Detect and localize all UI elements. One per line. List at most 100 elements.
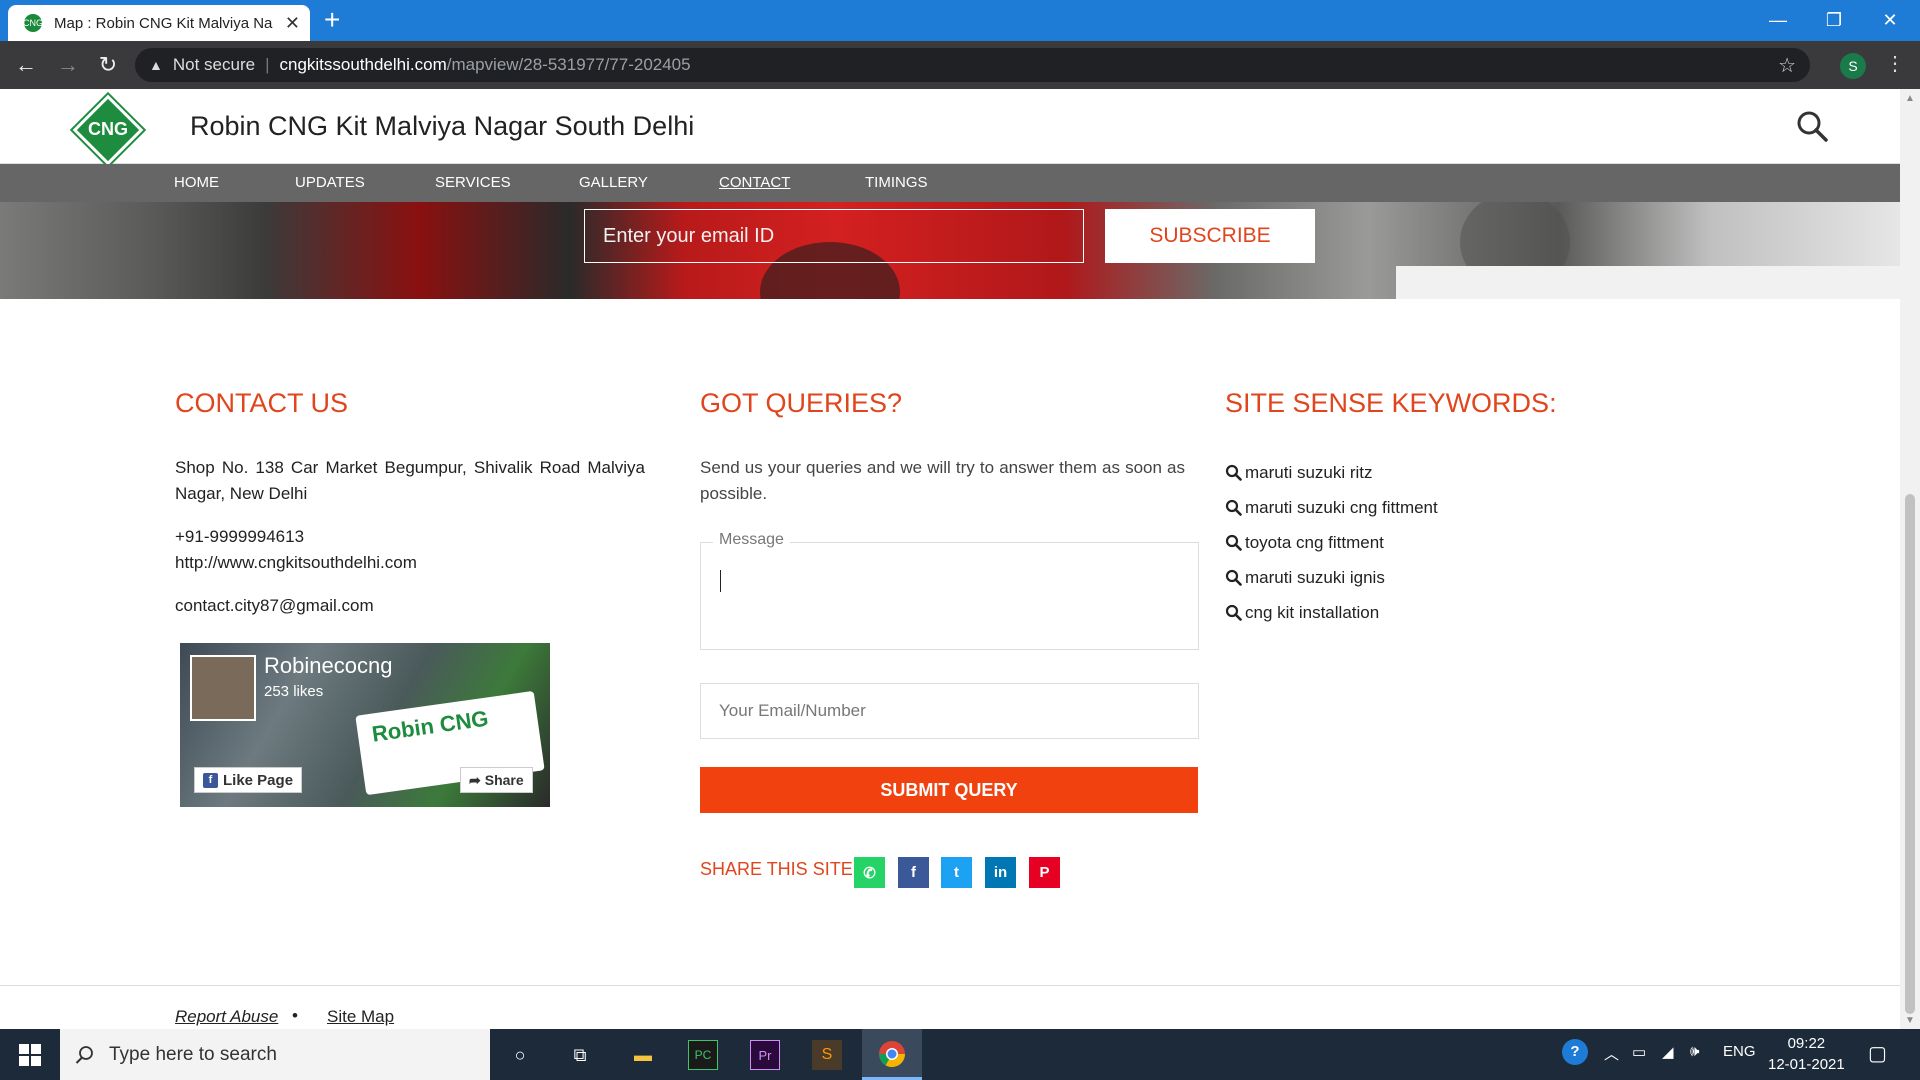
keyword-item[interactable]: toyota cng fittment bbox=[1225, 525, 1438, 560]
site-header: CNG Robin CNG Kit Malviya Nagar South De… bbox=[0, 89, 1900, 166]
chrome-icon bbox=[878, 1041, 906, 1068]
nav-home[interactable]: HOME bbox=[174, 174, 219, 191]
sublime-text-icon[interactable]: S bbox=[812, 1040, 842, 1070]
footer-separator: • bbox=[292, 1006, 298, 1025]
message-textarea[interactable]: Message bbox=[700, 531, 1199, 650]
fb-share-label: Share bbox=[484, 772, 524, 788]
scroll-thumb[interactable] bbox=[1905, 494, 1915, 1014]
queries-title: GOT QUERIES? bbox=[700, 388, 903, 418]
file-explorer-icon[interactable]: ▬ bbox=[625, 1037, 661, 1073]
fb-share-button[interactable]: ➦ Share bbox=[460, 767, 533, 793]
profile-avatar[interactable]: S bbox=[1840, 53, 1866, 79]
taskbar-search[interactable]: Type here to search bbox=[60, 1029, 490, 1080]
language-indicator[interactable]: ENG bbox=[1723, 1043, 1756, 1060]
clock-time: 09:22 bbox=[1787, 1035, 1826, 1052]
site-title[interactable]: Robin CNG Kit Malviya Nagar South Delhi bbox=[190, 111, 694, 142]
windows-taskbar: Type here to search ○ ⧉ ▬ PC Pr S ? ︿ ▭ … bbox=[0, 1029, 1920, 1080]
restore-icon[interactable]: ❐ bbox=[1806, 0, 1862, 41]
nav-updates[interactable]: UPDATES bbox=[295, 174, 365, 191]
search-icon bbox=[1225, 534, 1242, 551]
contact-website[interactable]: http://www.cngkitsouthdelhi.com bbox=[175, 550, 417, 576]
browser-tab[interactable]: CNG Map : Robin CNG Kit Malviya Na ✕ bbox=[8, 5, 310, 41]
site-map-link[interactable]: Site Map bbox=[327, 1007, 394, 1027]
nav-timings[interactable]: TIMINGS bbox=[865, 174, 928, 191]
whatsapp-icon[interactable]: ✆ bbox=[854, 857, 885, 888]
taskbar-clock[interactable]: 09:22 12-01-2021 bbox=[1768, 1033, 1845, 1075]
windows-logo-icon bbox=[19, 1043, 41, 1066]
reload-icon[interactable]: ↻ bbox=[94, 51, 122, 79]
chrome-taskbar-button[interactable] bbox=[862, 1029, 922, 1080]
keyword-label: toyota cng fittment bbox=[1245, 532, 1384, 552]
scroll-up-icon[interactable]: ▲ bbox=[1905, 93, 1915, 104]
share-site-label: SHARE THIS SITE bbox=[700, 859, 853, 879]
keyword-item[interactable]: cng kit installation bbox=[1225, 595, 1438, 630]
warning-icon: ▲ bbox=[149, 57, 163, 73]
battery-icon[interactable]: ▭ bbox=[1632, 1043, 1646, 1061]
forward-icon[interactable]: → bbox=[54, 51, 82, 79]
keywords-title: SITE SENSE KEYWORDS: bbox=[1225, 388, 1557, 418]
footer-divider bbox=[0, 985, 1900, 986]
keyword-item[interactable]: maruti suzuki cng fittment bbox=[1225, 490, 1438, 525]
queries-description: Send us your queries and we will try to … bbox=[700, 458, 1185, 503]
search-icon bbox=[1225, 464, 1242, 481]
submit-query-button[interactable]: SUBMIT QUERY bbox=[700, 767, 1198, 813]
fb-like-button[interactable]: f Like Page bbox=[194, 767, 303, 793]
keyword-item[interactable]: maruti suzuki ignis bbox=[1225, 560, 1438, 595]
subscribe-button[interactable]: SUBSCRIBE bbox=[1105, 209, 1315, 263]
linkedin-icon[interactable]: in bbox=[985, 857, 1016, 888]
browser-menu-icon[interactable]: ⋮ bbox=[1885, 51, 1905, 76]
site-logo[interactable]: CNG bbox=[72, 94, 144, 166]
network-icon[interactable]: ◢ bbox=[1662, 1043, 1674, 1061]
minimize-icon[interactable]: — bbox=[1750, 0, 1806, 41]
logo-text: CNG bbox=[88, 119, 128, 139]
task-view-icon[interactable]: ⧉ bbox=[562, 1037, 598, 1073]
clock-date: 12-01-2021 bbox=[1768, 1056, 1845, 1073]
bookmark-star-icon[interactable]: ☆ bbox=[1778, 53, 1796, 78]
pycharm-icon[interactable]: PC bbox=[688, 1040, 718, 1070]
windows-start-button[interactable] bbox=[0, 1029, 60, 1080]
fb-banner-text: Robin CNG bbox=[370, 705, 490, 747]
show-hidden-icons-icon[interactable]: ︿ bbox=[1604, 1043, 1619, 1064]
premiere-pro-icon[interactable]: Pr bbox=[750, 1040, 780, 1070]
subscribe-banner: SUBSCRIBE bbox=[0, 202, 1900, 299]
contact-email[interactable]: contact.city87@gmail.com bbox=[175, 593, 374, 619]
address-bar[interactable]: ▲ Not secure | cngkitssouthdelhi.com/map… bbox=[135, 48, 1810, 82]
facebook-icon[interactable]: f bbox=[898, 857, 929, 888]
tab-title: Map : Robin CNG Kit Malviya Na bbox=[54, 14, 273, 32]
fb-page-avatar[interactable] bbox=[190, 655, 256, 721]
nav-gallery[interactable]: GALLERY bbox=[579, 174, 648, 191]
tab-close-icon[interactable]: ✕ bbox=[285, 13, 300, 34]
contact-title: CONTACT US bbox=[175, 388, 349, 418]
keyword-label: maruti suzuki ignis bbox=[1245, 567, 1385, 587]
volume-icon[interactable]: 🕪 bbox=[1690, 1043, 1699, 1060]
back-icon[interactable]: ← bbox=[12, 51, 40, 79]
url-separator: | bbox=[265, 55, 270, 74]
twitter-icon[interactable]: t bbox=[941, 857, 972, 888]
help-icon[interactable]: ? bbox=[1562, 1039, 1588, 1065]
text-caret bbox=[720, 570, 721, 592]
email-number-input[interactable]: Your Email/Number bbox=[700, 683, 1199, 739]
nav-contact[interactable]: CONTACT bbox=[719, 174, 790, 191]
share-arrow-icon: ➦ bbox=[469, 771, 481, 788]
keywords-list: maruti suzuki ritz maruti suzuki cng fit… bbox=[1225, 455, 1438, 630]
report-abuse-link[interactable]: Report Abuse bbox=[175, 1007, 278, 1027]
keyword-label: maruti suzuki ritz bbox=[1245, 462, 1373, 482]
taskbar-search-placeholder: Type here to search bbox=[109, 1043, 277, 1065]
fb-page-name[interactable]: Robinecocng bbox=[264, 653, 392, 679]
site-search-icon[interactable] bbox=[1795, 109, 1829, 143]
keyword-item[interactable]: maruti suzuki ritz bbox=[1225, 455, 1438, 490]
notifications-icon[interactable]: ▢ bbox=[1868, 1041, 1887, 1066]
scroll-down-icon[interactable]: ▼ bbox=[1905, 1015, 1915, 1026]
facebook-page-widget[interactable]: Robin CNG Robinecocng 253 likes f Like P… bbox=[180, 643, 550, 807]
security-status[interactable]: Not secure bbox=[173, 55, 255, 75]
nav-services[interactable]: SERVICES bbox=[435, 174, 511, 191]
contact-phone: +91-9999994613 bbox=[175, 527, 305, 546]
cortana-icon[interactable]: ○ bbox=[502, 1037, 538, 1073]
new-tab-icon[interactable]: + bbox=[324, 6, 340, 34]
pinterest-icon[interactable]: P bbox=[1029, 857, 1060, 888]
url-domain: cngkitssouthdelhi.com bbox=[279, 55, 447, 74]
keyword-label: cng kit installation bbox=[1245, 602, 1380, 622]
subscribe-email-input[interactable] bbox=[584, 209, 1084, 263]
window-close-icon[interactable]: ✕ bbox=[1862, 0, 1918, 41]
page-scrollbar[interactable]: ▲ ▼ bbox=[1900, 89, 1920, 1029]
